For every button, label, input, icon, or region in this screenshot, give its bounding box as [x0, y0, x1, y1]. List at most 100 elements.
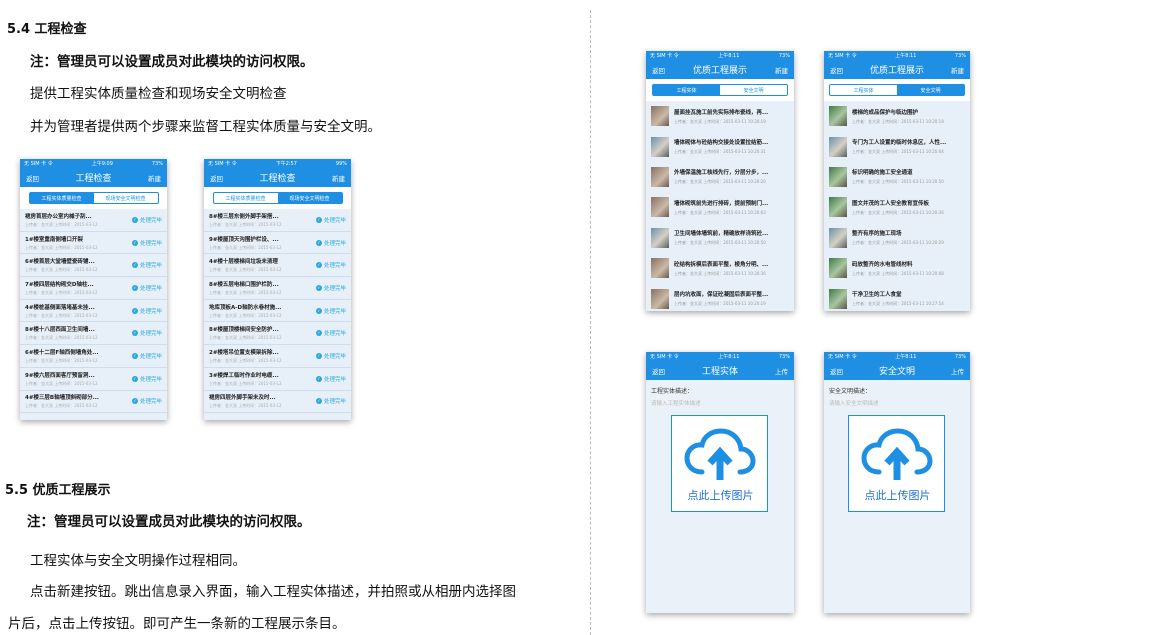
list-item-title: 整齐有序的施工现场	[852, 231, 902, 238]
list-item[interactable]: 地库顶板A-D轴防水卷材施... 上传者：金大双 上传时间：2015-03-12 ✓…	[204, 300, 351, 323]
list-item-title: 砼结构拆模后表面平整，棱角分明、...	[674, 261, 769, 268]
list-item[interactable]: 码放整齐的水电管线材料 上传者：金大双 上传时间：2015-03-11 10:20…	[824, 253, 970, 283]
list-item-meta: 上传者：金大双 上传时间：2015-03-12	[25, 244, 98, 250]
carrier-label: 无 SIM 卡 令	[24, 161, 53, 167]
list-item[interactable]: 6#楼首层大堂墙壁瓷砖铺... 上传者：金大双 上传时间：2015-03-12 ✓ 处…	[20, 254, 167, 278]
status-bar: 无 SIM 卡 令 下午2:57 99%	[204, 159, 351, 168]
list-item[interactable]: 干净卫生的工人食堂 上传者：金大双 上传时间：2015-03-11 10:27:5…	[824, 283, 970, 311]
status-badge: ✓ 处理完毕	[315, 284, 346, 292]
list-item[interactable]: 外墙保温施工核线先行，分层分步，... 上传者：金大双 上传时间：2015-03-…	[646, 162, 794, 192]
list-item[interactable]: 屋面挂瓦施工前先实际排布瓷线，再... 上传者：金大双 上传时间：2015-03-…	[646, 101, 794, 131]
phone-upload-entity: 无 SIM 卡 令 上午8:11 73% 返回 工程实体 上传 工程实体描述： …	[646, 352, 794, 613]
list-item[interactable]: 3#楼焊工临时作业时电缆... 上传者：金大双 上传时间：2015-03-12 ✓ 处…	[204, 368, 351, 391]
back-button[interactable]: 返回	[830, 366, 843, 376]
tab-quality-check[interactable]: 工程实体质量检查	[214, 193, 278, 203]
new-button[interactable]: 新建	[775, 65, 788, 75]
thumbnail-image	[651, 166, 669, 187]
status-label: 处理完毕	[323, 308, 346, 315]
list-item[interactable]: 8#楼十八层西面卫生间墙... 上传者：金大双 上传时间：2015-03-12 ✓ 处…	[20, 322, 167, 346]
carrier-label: 无 SIM 卡 令	[208, 161, 237, 167]
carrier-label: 无 SIM 卡 令	[650, 354, 679, 360]
list-item[interactable]: 4#楼十层楼梯间垃圾未清理 上传者：金大双 上传时间：2015-03-12 ✓ 处理完…	[204, 254, 351, 278]
status-badge: ✓ 处理完毕	[315, 329, 346, 337]
carrier-label: 无 SIM 卡 令	[828, 53, 857, 59]
tab-safety-check[interactable]: 现场安全文明检查	[94, 193, 158, 203]
list-item[interactable]: 整齐有序的施工现场 上传者：金大双 上传时间：2015-03-11 10:20:2…	[824, 223, 970, 253]
list-item-meta: 上传者：金大双 上传时间：2015-03-11 10:27:54	[852, 301, 944, 307]
list-item[interactable]: 9#楼屋顶天沟围护栏设、... 上传者：金大双 上传时间：2015-03-12 ✓ 处…	[204, 232, 351, 255]
list-item-title: 楼梯的成品保护与临边围护	[852, 109, 919, 116]
list-item[interactable]: 层内坑收面，保证砼凝固后表面平整... 上传者：金大双 上传时间：2015-03-…	[646, 283, 794, 311]
nav-title: 优质工程展示	[869, 66, 924, 76]
back-button[interactable]: 返回	[652, 65, 665, 75]
column-divider	[590, 10, 591, 635]
status-label: 处理完毕	[139, 399, 162, 406]
nav-title: 工程实体	[701, 367, 738, 377]
list-item-meta: 上传者：金大双 上传时间：2015-03-11 10:20:19	[674, 301, 766, 307]
status-bar: 无 SIM 卡 令 上午8:11 73%	[646, 352, 794, 361]
upload-image-area[interactable]: 点此上传图片	[671, 415, 768, 512]
tab-safety[interactable]: 安全文明	[720, 85, 787, 95]
status-badge: ✓ 处理完毕	[131, 284, 162, 292]
list-item[interactable]: 9#楼六层西面客厅预留洞... 上传者：金大双 上传时间：2015-03-12 ✓ 处…	[20, 368, 167, 391]
list-item[interactable]: 楼梯的成品保护与临边围护 上传者：金大双 上传时间：2015-03-11 10:2…	[824, 101, 970, 131]
back-button[interactable]: 返回	[26, 173, 39, 183]
list-item-meta: 上传者：金大双 上传时间：2015-03-12	[25, 380, 98, 386]
list-item[interactable]: 砼结构拆模后表面平整，棱角分明、... 上传者：金大双 上传时间：2015-03-…	[646, 253, 794, 283]
list-item-meta: 上传者：金大双 上传时间：2015-03-11 10:20:50	[852, 179, 944, 185]
tab-entity[interactable]: 工程实体	[653, 85, 720, 95]
segment-control-wrapper: 工程实体 安全文明	[646, 79, 794, 101]
list-item[interactable]: 墙体砌筑前先进行排砖，提前预制门... 上传者：金大双 上传时间：2015-03-…	[646, 192, 794, 222]
list-item[interactable]: 裙房四层外脚手架未及时... 上传者：金大双 上传时间：2015-03-12 ✓ 处理…	[204, 391, 351, 414]
list-item-meta: 上传者：金大双 上传时间：2015-03-12	[25, 267, 98, 273]
phone-showcase-entity: 无 SIM 卡 令 上午8:11 73% 返回 优质工程展示 新建 工程实体 安…	[646, 51, 794, 311]
description-input[interactable]: 请输入工程实体描述	[646, 395, 794, 407]
back-button[interactable]: 返回	[210, 173, 223, 183]
tab-safety[interactable]: 安全文明	[897, 85, 964, 95]
carrier-label: 无 SIM 卡 令	[828, 354, 857, 360]
list-item[interactable]: 4#楼三层B轴墙顶斜砌部分... 上传者：金大双 上传时间：2015-03-12 ✓…	[20, 391, 167, 414]
list-item-title: 3#楼焊工临时作业时电缆...	[209, 372, 279, 379]
list-item[interactable]: 卫生间墙体墙筑前，精确放样浇筑砼... 上传者：金大双 上传时间：2015-03-…	[646, 223, 794, 253]
upload-image-area[interactable]: 点此上传图片	[848, 415, 945, 512]
list-item[interactable]: 图文并茂的工人安全教育宣传板 上传者：金大双 上传时间：2015-03-11 10…	[824, 192, 970, 222]
list-item[interactable]: 标识明确的施工安全通道 上传者：金大双 上传时间：2015-03-11 10:20…	[824, 162, 970, 192]
list-item-title: 层内坑收面，保证砼凝固后表面平整...	[674, 292, 769, 299]
list-item[interactable]: 1#楼室重南侧墙口开裂 上传者：金大双 上传时间：2015-03-12 ✓ 处理完毕	[20, 232, 167, 255]
upload-button[interactable]: 上传	[775, 366, 788, 376]
document-left-column: 5.4 工程检查 注：管理员可以设置成员对此模块的访问权限。 提供工程实体质量检…	[0, 0, 590, 635]
section-5-4-paragraph-2: 并为管理者提供两个步骤来监督工程实体质量与安全文明。	[30, 119, 381, 135]
list-item-text: 6#楼十二层F轴西侧墙角处... 上传者：金大双 上传时间：2015-03-12	[25, 348, 132, 364]
status-time: 上午8:11	[895, 354, 917, 360]
list-item[interactable]: 4#楼桩基侧面落堵基未挂... 上传者：金大双 上传时间：2015-03-12 ✓ 处…	[20, 300, 167, 323]
new-button[interactable]: 新建	[148, 173, 161, 183]
list-item-meta: 上传者：金大双 上传时间：2015-03-12	[25, 221, 98, 227]
tab-entity[interactable]: 工程实体	[830, 85, 897, 95]
back-button[interactable]: 返回	[652, 366, 665, 376]
new-button[interactable]: 新建	[951, 65, 964, 75]
list-item[interactable]: 8#楼屋顶楼梯间安全防护... 上传者：金大双 上传时间：2015-03-12 ✓ 处…	[204, 322, 351, 346]
list-item[interactable]: 专门为工人设置的临时休息区，人性... 上传者：金大双 上传时间：2015-03-…	[824, 131, 970, 161]
list-item[interactable]: 墙体砌体与砼结构交接处设置拉结筋... 上传者：金大双 上传时间：2015-03-…	[646, 131, 794, 161]
list-item-text: 码放整齐的水电管线材料 上传者：金大双 上传时间：2015-03-11 10:20…	[852, 260, 965, 277]
list-item-meta: 上传者：金大双 上传时间：2015-03-12	[209, 221, 282, 227]
list-item-title: 卫生间墙体墙筑前，精确放样浇筑砼...	[674, 231, 769, 238]
tab-safety-check[interactable]: 现场安全文明检查	[277, 193, 342, 203]
list-item[interactable]: 8#楼三层东侧外脚手架搭... 上传者：金大双 上传时间：2015-03-12 ✓ 处…	[204, 209, 351, 232]
thumbnail-image	[651, 136, 669, 157]
list-item[interactable]: 7#楼四层结构砌交D轴柱... 上传者：金大双 上传时间：2015-03-12 ✓ 处…	[20, 277, 167, 300]
list-item[interactable]: 8#楼五层电梯口围护栏防... 上传者：金大双 上传时间：2015-03-12 ✓ 处…	[204, 277, 351, 300]
list-item-meta: 上传者：金大双 上传时间：2015-03-11 10:20:19	[674, 118, 766, 124]
description-input[interactable]: 请输入安全文明描述	[824, 395, 970, 407]
back-button[interactable]: 返回	[830, 65, 843, 75]
new-button[interactable]: 新建	[332, 173, 345, 183]
list-item[interactable]: 2#楼塔吊位置支模架拆除... 上传者：金大双 上传时间：2015-03-12 ✓ 处…	[204, 345, 351, 368]
status-badge: ✓ 处理完毕	[131, 329, 162, 337]
list-item[interactable]: 6#楼十二层F轴西侧墙角处... 上传者：金大双 上传时间：2015-03-12 ✓…	[20, 345, 167, 368]
inspection-list: 8#楼三层东侧外脚手架搭... 上传者：金大双 上传时间：2015-03-12 ✓ 处…	[204, 209, 351, 414]
tab-quality-check[interactable]: 工程实体质量检查	[29, 193, 94, 203]
list-item[interactable]: 裙房首层办公室内械子刮... 上传者：金大双 上传时间：2015-03-12 ✓ 处理…	[20, 209, 167, 232]
description-label: 工程实体描述：	[651, 388, 694, 395]
status-label: 处理完毕	[323, 240, 346, 247]
upload-button[interactable]: 上传	[951, 366, 964, 376]
